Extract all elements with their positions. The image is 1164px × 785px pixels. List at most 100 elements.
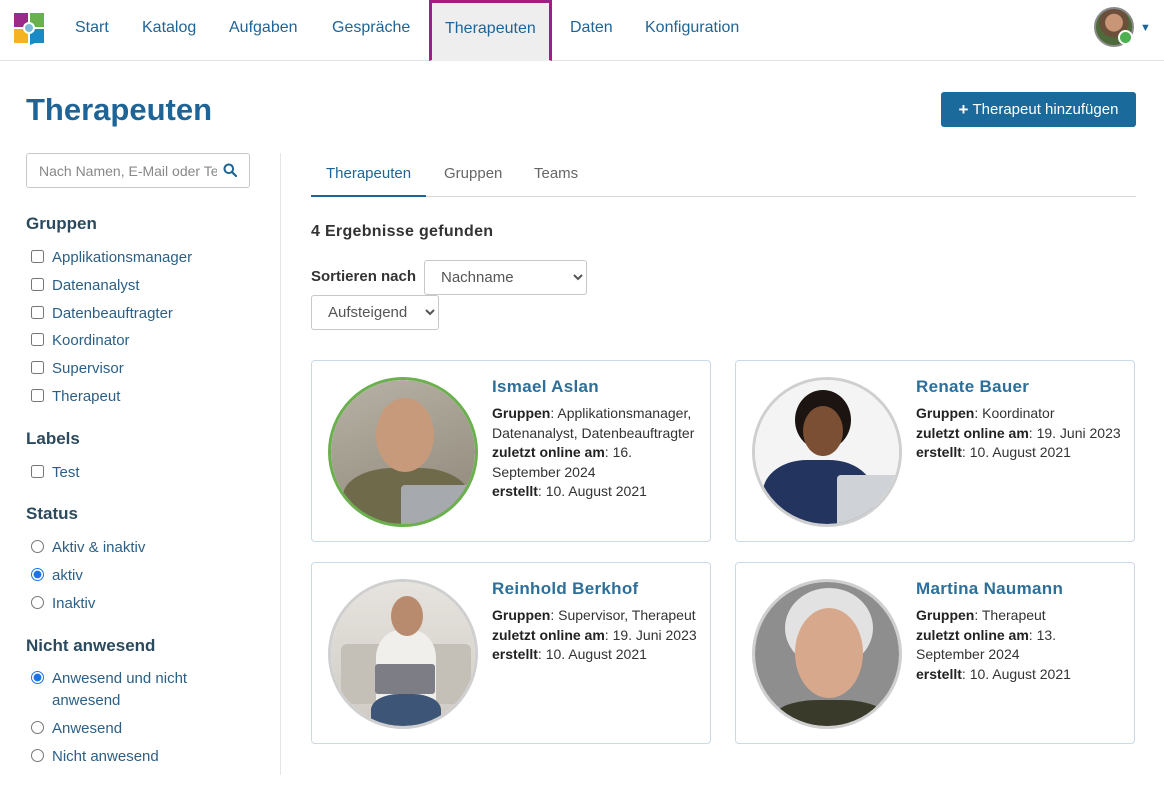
search-icon[interactable]	[223, 163, 237, 177]
option-label: Therapeut	[52, 388, 121, 405]
sidebar-divider	[280, 153, 281, 775]
nav-therapeuten[interactable]: Therapeuten	[429, 0, 552, 61]
checkbox[interactable]	[31, 250, 44, 263]
therapist-name: Renate Bauer	[916, 377, 1030, 396]
therapist-name: Reinhold Berkhof	[492, 579, 639, 598]
option-label: Anwesend	[52, 720, 123, 737]
created-label: erstellt	[492, 646, 538, 663]
filter-group-datenanalyst[interactable]: Datenanalyst	[31, 275, 140, 297]
therapist-details: Gruppen: Supervisor, Therapeut zuletzt o…	[492, 607, 697, 663]
checkbox[interactable]	[31, 306, 44, 319]
created-label: erstellt	[916, 665, 962, 682]
content-tabs: Therapeuten Gruppen Teams	[311, 155, 1136, 197]
nav-daten[interactable]: Daten	[570, 0, 613, 61]
therapist-created: 10. August 2021	[969, 444, 1071, 461]
sort-field-select[interactable]: Nachname	[424, 260, 587, 295]
therapist-card[interactable]: Renate Bauer Gruppen: Koordinator zuletz…	[735, 360, 1135, 542]
therapist-last-online: 19. Juni 2023	[612, 626, 697, 643]
radio[interactable]	[31, 596, 44, 609]
radio[interactable]	[31, 671, 44, 684]
option-label: Nicht anwesend	[52, 748, 159, 765]
add-therapist-button[interactable]: + Therapeut hinzufügen	[941, 92, 1136, 127]
option-label: Inaktiv	[52, 595, 96, 612]
groups-label: Gruppen	[492, 607, 551, 623]
top-navbar: Start Katalog Aufgaben Gespräche Therape…	[0, 0, 1164, 61]
therapist-photo	[752, 377, 902, 527]
therapist-created: 10. August 2021	[545, 646, 647, 663]
therapist-card[interactable]: Ismael Aslan Gruppen: Applikationsmanage…	[311, 360, 711, 542]
sort-label: Sortieren nach	[311, 268, 417, 285]
filter-group-supervisor[interactable]: Supervisor	[31, 358, 124, 380]
filter-group-datenbeauftragter[interactable]: Datenbeauftragter	[31, 303, 173, 325]
therapist-groups: Koordinator	[982, 405, 1055, 421]
therapist-groups: Therapeut	[981, 607, 1046, 623]
page-title: Therapeuten	[26, 92, 213, 127]
checkbox[interactable]	[31, 333, 44, 346]
therapist-photo	[752, 579, 902, 729]
nav-aufgaben[interactable]: Aufgaben	[229, 0, 298, 61]
therapist-card[interactable]: Martina Naumann Gruppen: Therapeut zulet…	[735, 562, 1135, 744]
filter-absent-all[interactable]: Anwesend und nicht anwesend	[31, 668, 231, 712]
last-online-label: zuletzt online am	[492, 626, 605, 643]
filter-heading-groups: Gruppen	[26, 214, 97, 233]
last-online-label: zuletzt online am	[916, 626, 1029, 643]
therapist-last-online: 19. Juni 2023	[1036, 424, 1121, 441]
nav-katalog[interactable]: Katalog	[142, 0, 196, 61]
filter-heading-labels: Labels	[26, 429, 80, 448]
nav-konfiguration[interactable]: Konfiguration	[645, 0, 739, 61]
filter-group-koordinator[interactable]: Koordinator	[31, 330, 130, 352]
groups-label: Gruppen	[916, 607, 975, 623]
nav-start[interactable]: Start	[75, 0, 109, 61]
radio[interactable]	[31, 749, 44, 762]
therapist-card[interactable]: Reinhold Berkhof Gruppen: Supervisor, Th…	[311, 562, 711, 744]
checkbox[interactable]	[31, 389, 44, 402]
checkbox[interactable]	[31, 465, 44, 478]
filter-label-test[interactable]: Test	[31, 462, 80, 484]
eye-status-icon	[1118, 30, 1133, 45]
filter-group-therapeut[interactable]: Therapeut	[31, 386, 120, 408]
therapist-photo	[328, 579, 478, 729]
option-label: Anwesend und nicht anwesend	[52, 670, 188, 709]
last-online-label: zuletzt online am	[492, 444, 605, 461]
filter-status-inaktiv[interactable]: Inaktiv	[31, 593, 95, 615]
radio[interactable]	[31, 568, 44, 581]
therapist-details: Gruppen: Therapeut zuletzt online am: 13…	[916, 607, 1071, 682]
option-label: Applikationsmanager	[52, 249, 193, 266]
created-label: erstellt	[492, 483, 538, 500]
tab-gruppen[interactable]: Gruppen	[444, 155, 502, 197]
radio[interactable]	[31, 540, 44, 553]
therapist-details: Gruppen: Applikationsmanager, Datenanaly…	[492, 405, 695, 500]
filter-absent-absent[interactable]: Nicht anwesend	[31, 746, 159, 768]
sort-direction-select[interactable]: Aufsteigend	[311, 295, 439, 330]
therapist-name: Martina Naumann	[916, 579, 1064, 598]
therapist-groups: Supervisor, Therapeut	[558, 607, 696, 623]
option-label: Datenbeauftragter	[52, 305, 173, 322]
filter-group-applikationsmanager[interactable]: Applikationsmanager	[31, 247, 192, 269]
option-label: Supervisor	[52, 360, 124, 377]
groups-label: Gruppen	[916, 405, 975, 421]
filter-status-all[interactable]: Aktiv & inaktiv	[31, 537, 145, 559]
checkbox[interactable]	[31, 361, 44, 374]
radio[interactable]	[31, 721, 44, 734]
chevron-down-icon[interactable]: ▼	[1140, 22, 1151, 34]
search-field	[26, 153, 250, 188]
option-label: aktiv	[52, 567, 83, 584]
app-logo-icon[interactable]	[14, 13, 44, 45]
filter-heading-status: Status	[26, 504, 78, 523]
nav-gespraeche[interactable]: Gespräche	[332, 0, 410, 61]
therapist-name: Ismael Aslan	[492, 377, 599, 396]
tab-therapeuten[interactable]: Therapeuten	[311, 155, 427, 197]
option-label: Test	[52, 464, 80, 481]
plus-icon: +	[958, 99, 969, 119]
search-input[interactable]	[27, 154, 217, 187]
option-label: Datenanalyst	[52, 277, 140, 294]
groups-label: Gruppen	[492, 405, 551, 421]
last-online-label: zuletzt online am	[916, 424, 1029, 441]
filter-status-aktiv[interactable]: aktiv	[31, 565, 83, 587]
tab-teams[interactable]: Teams	[534, 155, 578, 197]
therapist-details: Gruppen: Koordinator zuletzt online am: …	[916, 405, 1121, 461]
checkbox[interactable]	[31, 278, 44, 291]
filter-absent-present[interactable]: Anwesend	[31, 718, 122, 740]
results-count: 4 Ergebnisse gefunden	[311, 223, 494, 240]
add-therapist-label: Therapeut hinzufügen	[972, 101, 1119, 118]
